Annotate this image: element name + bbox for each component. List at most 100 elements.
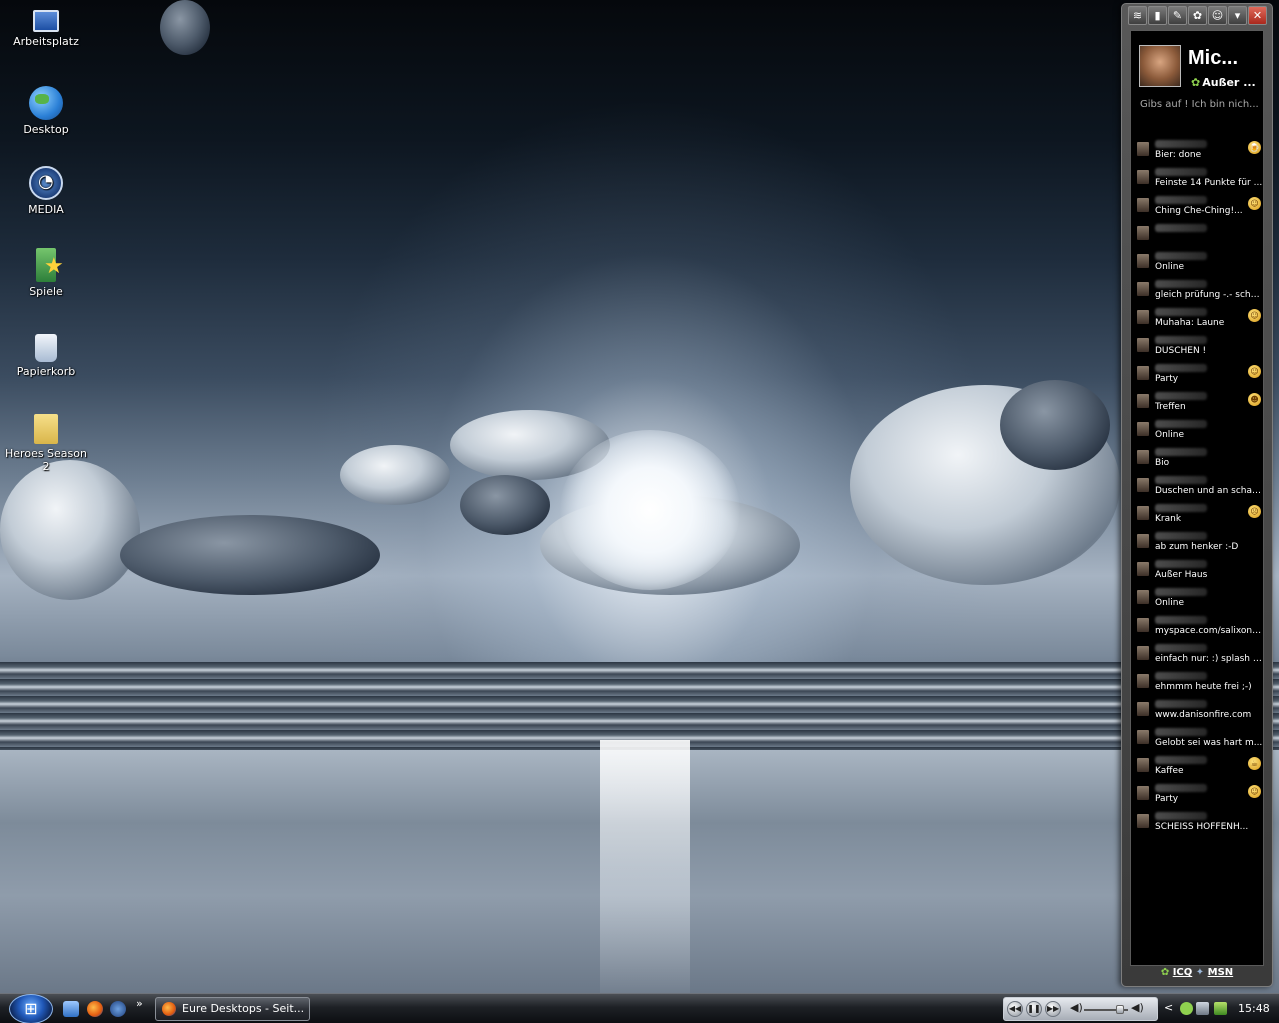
contact-panel: Mic... ✿ Außer ... Gibs auf ! Ich bin nic… <box>1130 30 1264 966</box>
contact-status-message: Kaffee <box>1155 766 1184 776</box>
close-button[interactable]: ✕ <box>1248 6 1267 25</box>
previous-track-button[interactable]: ◀◀ <box>1007 1001 1023 1017</box>
contact-avatar <box>1137 702 1149 716</box>
profile-button[interactable]: ☺ <box>1208 6 1227 25</box>
profile-status-label: Außer ... <box>1202 76 1256 89</box>
taskbar-window-firefox[interactable]: Eure Desktops - Seit... <box>155 997 310 1021</box>
desktop-icon-desktop[interactable]: Desktop <box>0 86 92 136</box>
contact-status-message: Party <box>1155 374 1179 384</box>
contact-row[interactable]: Online <box>1131 587 1265 615</box>
contact-row[interactable]: gleich prüfung -.- schat... <box>1131 279 1265 307</box>
icq-tray-icon[interactable] <box>1180 1002 1193 1015</box>
next-track-button[interactable]: ▶▶ <box>1045 1001 1061 1017</box>
profile-name[interactable]: Mic... <box>1188 47 1238 70</box>
people-emoticon-icon: ☻ <box>1248 393 1261 406</box>
msn-link[interactable]: MSN <box>1208 967 1234 978</box>
contact-avatar <box>1137 170 1149 184</box>
profile-status[interactable]: ✿ Außer ... <box>1191 76 1256 89</box>
avatar[interactable] <box>1139 45 1181 87</box>
contact-row[interactable]: Ching Che-Ching!... ☺ <box>1131 195 1265 223</box>
sick-emoticon-icon: ☹ <box>1248 505 1261 518</box>
contact-row[interactable] <box>1131 223 1265 251</box>
contact-row[interactable]: Krank ☹ <box>1131 503 1265 531</box>
contact-row[interactable]: ehmmm heute frei ;-) <box>1131 671 1265 699</box>
contact-avatar <box>1137 534 1149 548</box>
contact-avatar <box>1137 338 1149 352</box>
settings-wrench-button[interactable]: ✎ <box>1168 6 1187 25</box>
icq-link[interactable]: ICQ <box>1173 967 1193 978</box>
contact-name-blurred <box>1155 756 1207 764</box>
contact-row[interactable]: myspace.com/salixonline <box>1131 615 1265 643</box>
contact-row[interactable]: Muhaha: Laune ☺ <box>1131 307 1265 335</box>
show-desktop-icon[interactable] <box>63 1001 79 1017</box>
contact-status-message: DUSCHEN ! <box>1155 346 1207 356</box>
cloud <box>1000 380 1110 470</box>
contact-name-blurred <box>1155 392 1207 400</box>
contact-status-message: ab zum henker :-D <box>1155 542 1239 552</box>
contact-row[interactable]: SCHEISS HOFFENH... <box>1131 811 1265 839</box>
contact-avatar <box>1137 562 1149 576</box>
profile-status-message[interactable]: Gibs auf ! Ich bin nich... <box>1140 99 1259 110</box>
contact-avatar <box>1137 758 1149 772</box>
volume-slider-knob[interactable] <box>1116 1005 1124 1014</box>
sun-reflection <box>600 740 690 993</box>
start-button[interactable]: ⊞ <box>9 994 53 1023</box>
contact-avatar <box>1137 366 1149 380</box>
firefox-icon[interactable] <box>87 1001 103 1017</box>
contact-row[interactable]: DUSCHEN ! <box>1131 335 1265 363</box>
sky-light-rays <box>250 40 1050 740</box>
desktop-icon-label: Heroes Season 2 <box>5 447 87 473</box>
contacts-button[interactable]: ▮ <box>1148 6 1167 25</box>
contact-avatar <box>1137 674 1149 688</box>
contact-name-blurred <box>1155 700 1207 708</box>
contact-row[interactable]: Treffen ☻ <box>1131 391 1265 419</box>
quicklaunch-more-button[interactable]: » <box>136 997 143 1010</box>
volume-max-icon[interactable]: ◀) <box>1131 1001 1144 1014</box>
contact-row[interactable]: www.danisonfire.com <box>1131 699 1265 727</box>
contact-avatar <box>1137 786 1149 800</box>
messenger-toolbar: ≋ ▮ ✎ ✿ ☺ ▾ ✕ <box>1128 6 1268 26</box>
desktop-icon-heroes-season-2[interactable]: Heroes Season 2 <box>0 412 92 473</box>
desktop-icon-spiele[interactable]: Spiele <box>0 248 92 298</box>
network-icon[interactable] <box>1196 1002 1209 1015</box>
contact-status-message: Krank <box>1155 514 1182 524</box>
contact-row[interactable]: Feinste 14 Punkte für ... <box>1131 167 1265 195</box>
desktop-icon-label: MEDIA <box>28 203 64 216</box>
contact-avatar <box>1137 226 1149 240</box>
contact-row[interactable]: Online <box>1131 251 1265 279</box>
media-player-icon[interactable] <box>110 1001 126 1017</box>
recycle-bin-icon <box>35 334 57 362</box>
dropdown-button[interactable]: ▾ <box>1228 6 1247 25</box>
smile-emoticon-icon: ☺ <box>1248 309 1261 322</box>
contact-row[interactable]: ab zum henker :-D <box>1131 531 1265 559</box>
contact-row[interactable]: Bio <box>1131 447 1265 475</box>
contact-row[interactable]: Außer Haus <box>1131 559 1265 587</box>
contact-avatar <box>1137 254 1149 268</box>
status-flower-button[interactable]: ✿ <box>1188 6 1207 25</box>
contact-row[interactable]: Online <box>1131 419 1265 447</box>
desktop-icon-arbeitsplatz[interactable]: Arbeitsplatz <box>0 4 92 48</box>
contact-name-blurred <box>1155 280 1207 288</box>
contact-row[interactable]: Party ☺ <box>1131 363 1265 391</box>
download-tray-icon[interactable] <box>1214 1002 1227 1015</box>
contact-row[interactable]: Kaffee ☕ <box>1131 755 1265 783</box>
volume-icon[interactable]: ◀) <box>1070 1001 1083 1014</box>
tray-expand-button[interactable]: < <box>1164 1001 1173 1014</box>
contact-status-message: Gelobt sei was hart m... <box>1155 738 1263 748</box>
contact-row[interactable]: Duschen und an schatz... <box>1131 475 1265 503</box>
pause-button[interactable]: ❚❚ <box>1026 1001 1042 1017</box>
contact-status-message: www.danisonfire.com <box>1155 710 1252 720</box>
clock[interactable]: 15:48 <box>1238 1002 1270 1015</box>
cloud <box>160 0 210 55</box>
contact-avatar <box>1137 282 1149 296</box>
beer-emoticon-icon: 🍺 <box>1248 141 1261 154</box>
contact-row[interactable]: Gelobt sei was hart m... <box>1131 727 1265 755</box>
desktop-icon-papierkorb[interactable]: Papierkorb <box>0 330 92 378</box>
contact-name-blurred <box>1155 364 1207 372</box>
contact-row[interactable]: Bier: done 🍺 <box>1131 139 1265 167</box>
contact-row[interactable]: Party ☺ <box>1131 783 1265 811</box>
desktop-icon-media[interactable]: MEDIA <box>0 166 92 216</box>
main-menu-button[interactable]: ≋ <box>1128 6 1147 25</box>
contact-avatar <box>1137 618 1149 632</box>
contact-row[interactable]: einfach nur: :) splash 2... <box>1131 643 1265 671</box>
